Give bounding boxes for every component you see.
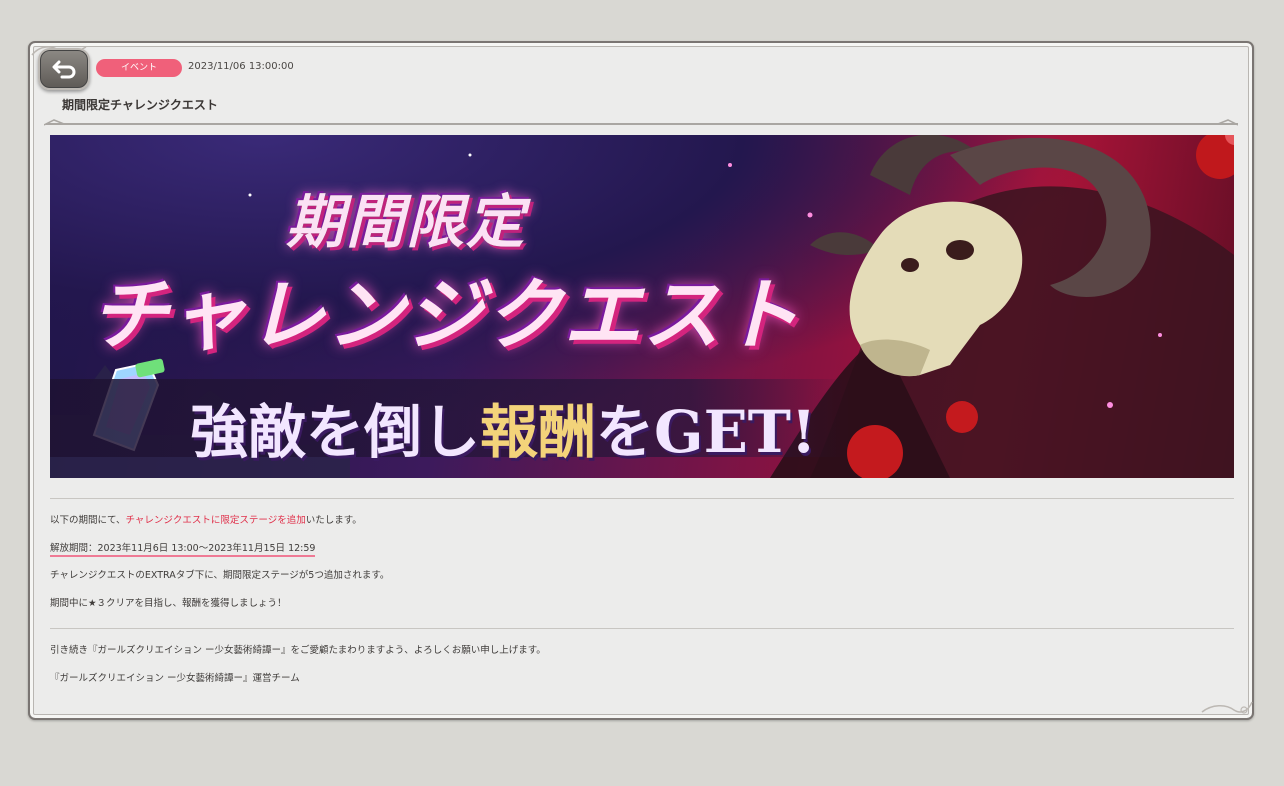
title-divider — [46, 123, 1238, 125]
title-rule-ornament-right-icon — [1198, 119, 1238, 126]
banner-headline-top: 期間限定 — [286, 188, 527, 256]
paragraph-extra-tab: チャレンジクエストのEXTRAタブ下に、期間限定ステージが5つ追加されます。 — [50, 570, 390, 581]
ornament-bottom-right-icon — [1201, 701, 1253, 714]
event-banner-image: 期間限定 チャレンジクエスト 強敵を倒し報酬をGET! — [50, 135, 1234, 478]
content-divider-bottom — [50, 628, 1234, 629]
post-date: 2023/11/06 13:00:00 — [188, 61, 294, 72]
release-period: 解放期間：2023年11月6日 13:00〜2023年11月15日 12:59 — [50, 543, 316, 557]
banner-headline-main: チャレンジクエスト — [90, 271, 801, 361]
banner-tagline-part1: 強敵を倒し — [190, 398, 481, 466]
banner-tagline: 強敵を倒し報酬をGET! — [190, 385, 816, 469]
intro-prefix: 以下の期間にて、 — [50, 515, 126, 526]
category-badge: イベント — [96, 59, 182, 77]
paragraph-intro: 以下の期間にて、チャレンジクエストに限定ステージを追加いたします。 — [50, 514, 362, 528]
paragraph-closing: 引き続き『ガールズクリエイション ー少女藝術綺譚ー』をご愛顧たまわりますよう、よ… — [50, 645, 546, 656]
back-button[interactable] — [38, 48, 90, 90]
page-title: 期間限定チャレンジクエスト — [62, 98, 218, 112]
content-divider-top — [50, 498, 1234, 499]
intro-suffix: いたします。 — [305, 515, 362, 526]
paragraph-goal: 期間中に★３クリアを目指し、報酬を獲得しましょう！ — [50, 598, 287, 609]
paragraph-period: 解放期間：2023年11月6日 13:00〜2023年11月15日 12:59 — [50, 542, 316, 557]
back-arrow-icon — [52, 60, 76, 79]
paragraph-signature: 『ガールズクリエイション ー少女藝術綺譚ー』運営チーム — [50, 673, 300, 684]
banner-tagline-part3: をGET! — [596, 398, 817, 466]
intro-highlight: チャレンジクエストに限定ステージを追加 — [125, 515, 306, 526]
banner-tagline-reward: 報酬 — [480, 398, 597, 466]
